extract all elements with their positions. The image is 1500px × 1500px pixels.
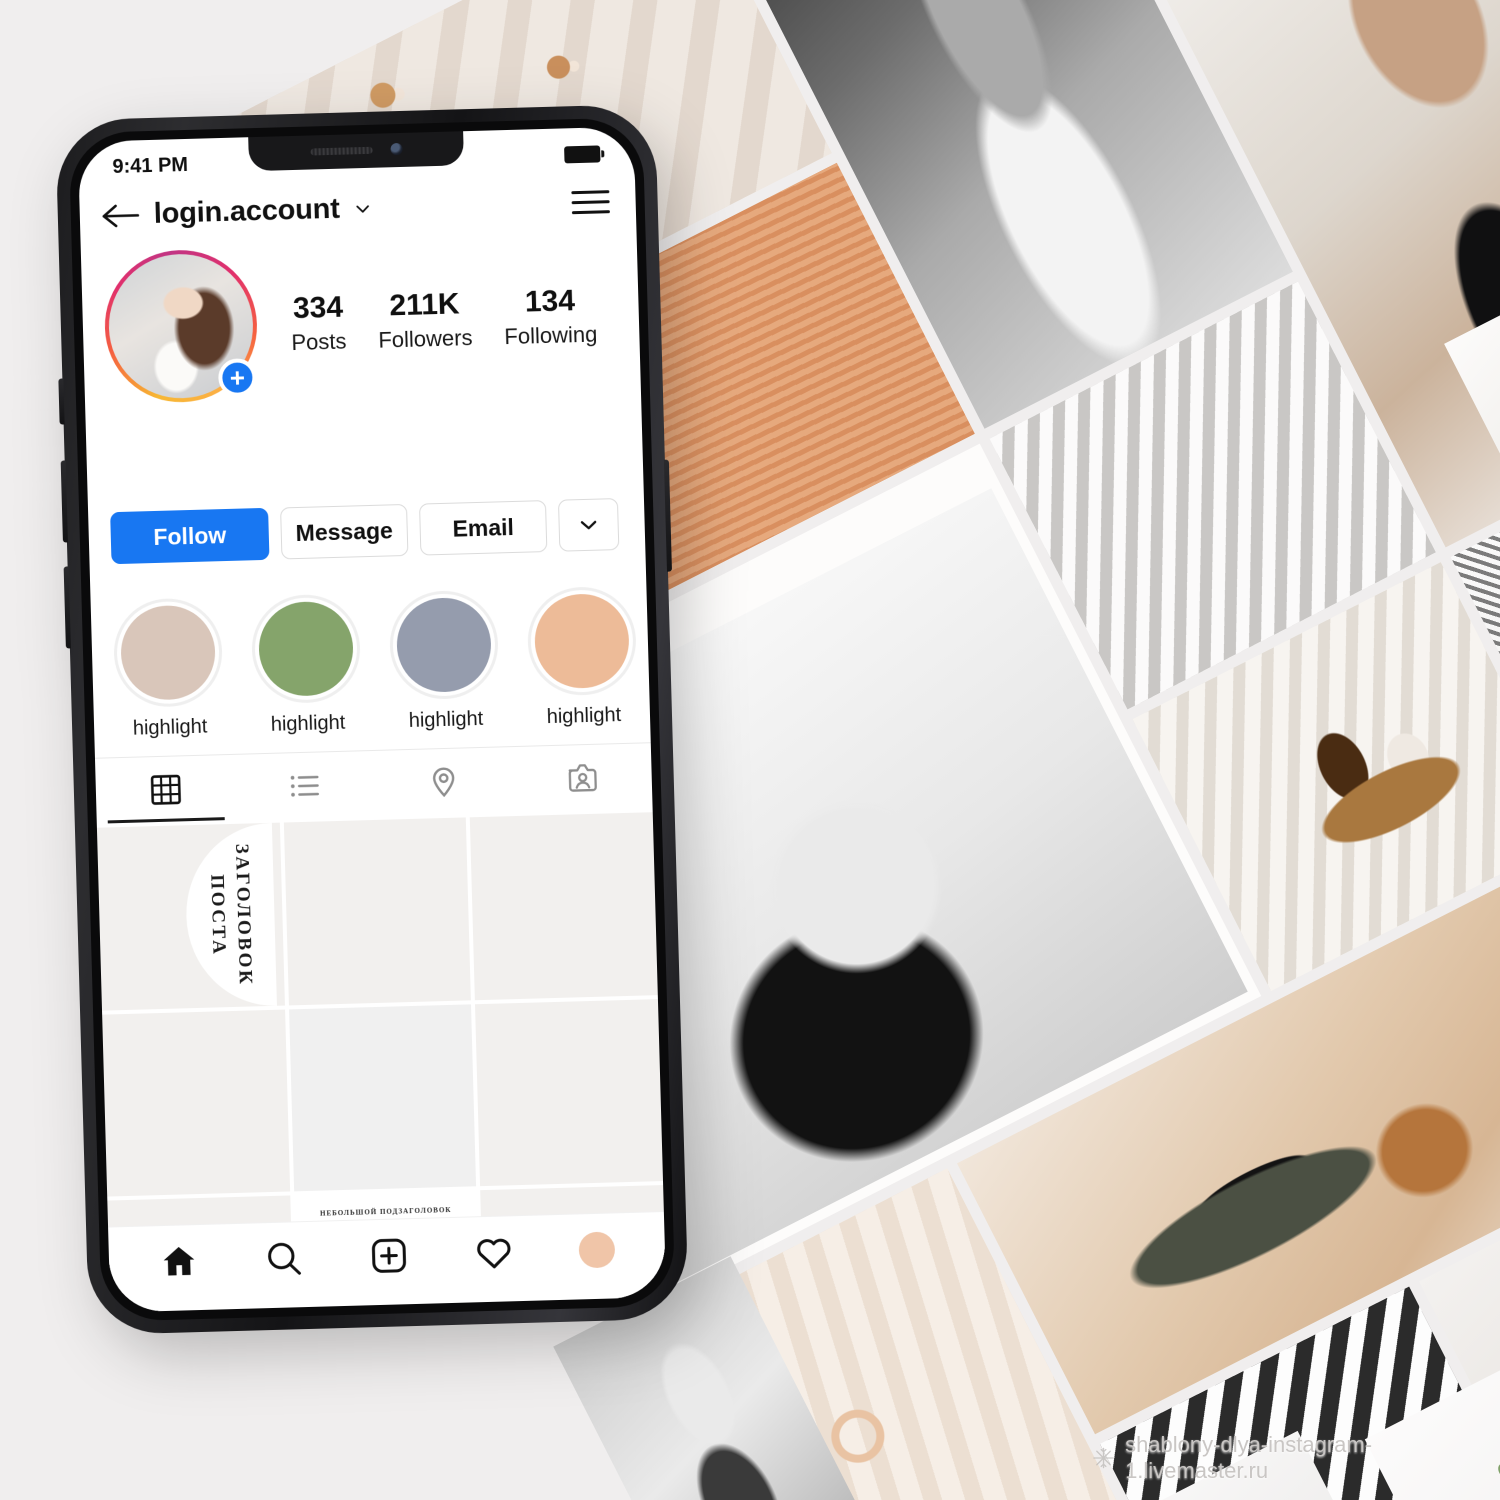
post-rings[interactable] — [102, 1009, 290, 1197]
post-hat-bw[interactable] — [288, 1004, 477, 1192]
grid-tab[interactable] — [95, 755, 236, 824]
story-highlights: highlight highlight highlight highlight — [90, 549, 651, 757]
home-icon[interactable] — [159, 1241, 200, 1282]
post-coffee-tray[interactable] — [475, 998, 664, 1187]
bottom-navigation — [108, 1211, 667, 1313]
profile-bio-area — [85, 389, 644, 512]
email-button[interactable]: Email — [418, 500, 548, 556]
stat-posts[interactable]: 334 Posts — [290, 289, 347, 356]
hamburger-menu-icon[interactable] — [571, 190, 610, 215]
tagged-person-icon — [568, 763, 597, 792]
stat-followers-value: 211K — [388, 286, 460, 322]
avatar-icon[interactable] — [577, 1230, 615, 1268]
highlight-circle — [112, 597, 224, 709]
search-icon[interactable] — [264, 1238, 305, 1279]
status-bar-time: 9:41 PM — [112, 153, 189, 178]
location-pin-icon — [432, 767, 454, 797]
list-tab[interactable] — [234, 751, 375, 820]
more-options-button[interactable] — [557, 498, 620, 552]
post-perfume[interactable] — [283, 817, 472, 1006]
highlight-label: highlight — [546, 704, 622, 729]
list-icon — [290, 775, 319, 797]
screenshot-root: ЗАГОЛОВОК ПОСТА НЕБОЛЬШОЙ ПОДЗАГОЛОВОК З… — [0, 0, 1500, 1500]
post-cover-title[interactable]: ЗАГОЛОВОК ПОСТА — [96, 822, 285, 1011]
phone-mockup: 9:41 PM login.account + 334 Posts 211K F… — [55, 103, 689, 1336]
stat-followers[interactable]: 211K Followers — [377, 286, 473, 354]
profile-summary: + 334 Posts 211K Followers 134 Following — [81, 231, 641, 405]
chevron-down-icon[interactable] — [353, 199, 371, 217]
phone-frame: 9:41 PM login.account + 334 Posts 211K F… — [55, 103, 689, 1336]
post-overlay-title-text: ЗАГОЛОВОК ПОСТА — [206, 843, 256, 987]
highlight-item-3[interactable]: highlight — [388, 589, 500, 733]
post-portrait-beige[interactable] — [470, 812, 658, 1000]
highlight-label: highlight — [270, 711, 346, 736]
profile-avatar[interactable]: + — [102, 248, 260, 405]
stat-following-label: Following — [504, 321, 598, 349]
highlight-label: highlight — [132, 715, 208, 740]
location-tab[interactable] — [373, 747, 514, 816]
post-title-overlay: ЗАГОЛОВОК ПОСТА — [183, 822, 277, 1008]
stat-posts-label: Posts — [291, 328, 347, 355]
profile-username[interactable]: login.account — [153, 193, 340, 231]
watermark-text: shablony-dlya-instagram-1.livemaster.ru — [1125, 1432, 1373, 1483]
profile-stats: 334 Posts 211K Followers 134 Following — [256, 282, 614, 357]
watermark: shablony-dlya-instagram-1.livemaster.ru — [1092, 1432, 1500, 1484]
back-arrow-icon[interactable] — [101, 201, 142, 230]
highlight-circle — [388, 589, 500, 701]
highlight-cover — [119, 604, 217, 701]
phone-mute-switch[interactable] — [58, 378, 65, 425]
highlight-circle — [526, 585, 638, 697]
stat-following-value: 134 — [524, 283, 576, 319]
chevron-down-icon — [580, 520, 597, 530]
highlight-circle — [250, 593, 362, 705]
follow-button[interactable]: Follow — [110, 507, 270, 565]
battery-full-icon — [564, 144, 601, 163]
highlight-cover — [395, 596, 493, 694]
tagged-tab[interactable] — [512, 743, 653, 812]
phone-volume-down-button[interactable] — [63, 566, 71, 649]
stat-posts-value: 334 — [292, 290, 344, 325]
snowflake-icon — [1093, 1447, 1114, 1469]
plus-icon[interactable]: + — [217, 358, 257, 398]
highlight-cover — [257, 600, 355, 698]
stat-following[interactable]: 134 Following — [503, 282, 598, 350]
highlight-cover — [533, 592, 631, 690]
highlight-item-1[interactable]: highlight — [112, 597, 225, 741]
heart-icon[interactable] — [473, 1232, 514, 1273]
plus-square-icon[interactable] — [368, 1235, 409, 1276]
highlight-item-2[interactable]: highlight — [250, 593, 363, 737]
phone-screen: 9:41 PM login.account + 334 Posts 211K F… — [77, 126, 667, 1313]
stat-followers-label: Followers — [378, 324, 473, 353]
phone-bezel: 9:41 PM login.account + 334 Posts 211K F… — [68, 117, 676, 1322]
highlight-label: highlight — [408, 707, 484, 732]
highlight-item-4[interactable]: highlight — [526, 585, 638, 730]
message-button[interactable]: Message — [280, 503, 409, 560]
grid-icon — [150, 774, 181, 805]
phone-volume-up-button[interactable] — [60, 460, 68, 543]
